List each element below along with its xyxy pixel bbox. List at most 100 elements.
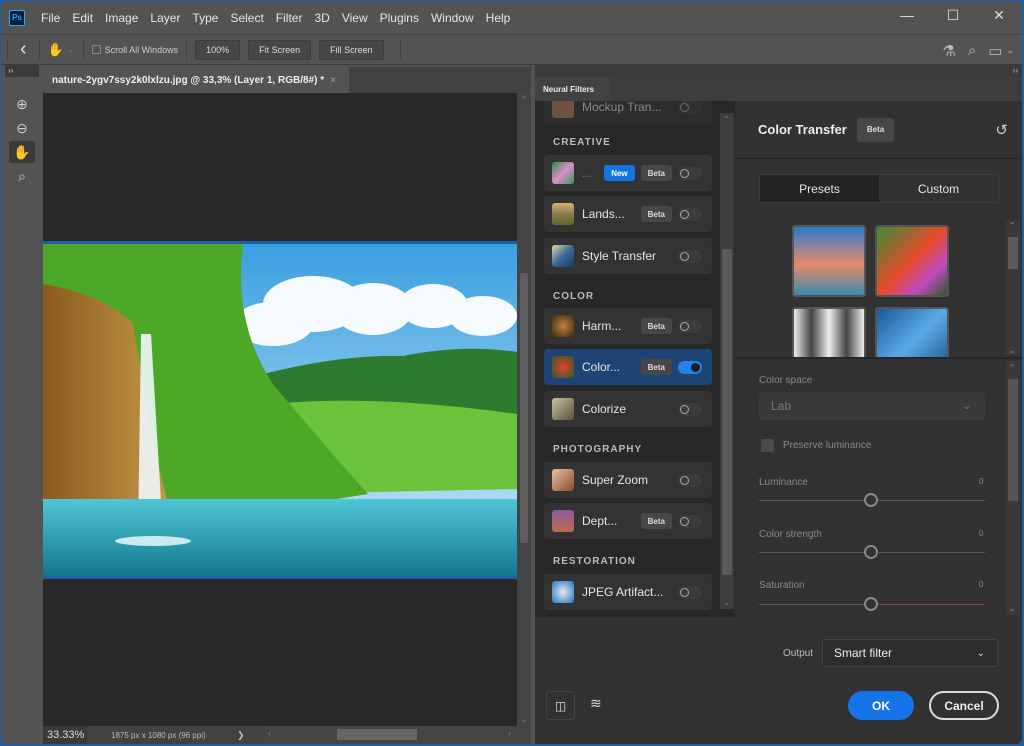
filter-toggle[interactable] — [678, 402, 702, 416]
color-strength-slider-knob[interactable] — [864, 545, 878, 559]
chevron-down-icon[interactable]: ⌄ — [1006, 45, 1014, 56]
output-select[interactable]: Smart filter ⌄ — [822, 639, 998, 667]
filter-toggle[interactable] — [678, 207, 702, 221]
menu-help[interactable]: Help — [480, 11, 517, 25]
menu-image[interactable]: Image — [99, 11, 144, 25]
filter-item-harmonization[interactable]: Harm... Beta — [544, 308, 712, 344]
flask-icon[interactable]: ⚗ — [942, 42, 955, 60]
preset-cathedral-bw[interactable] — [792, 307, 866, 357]
filter-item-mockup[interactable]: Mockup Tran... — [544, 101, 712, 125]
menu-3d[interactable]: 3D — [308, 11, 335, 25]
filter-item-jpeg-artifacts-removal[interactable]: JPEG Artifact... — [544, 574, 712, 610]
fill-screen-button[interactable]: Fill Screen — [319, 39, 384, 60]
color-space-select[interactable]: Lab ⌄ — [759, 392, 985, 420]
tools-grip[interactable] — [5, 77, 39, 91]
scroll-right-icon[interactable]: › — [508, 728, 511, 738]
menu-view[interactable]: View — [336, 11, 374, 25]
tab-presets[interactable]: Presets — [760, 175, 879, 202]
filter-toggle[interactable] — [678, 585, 702, 599]
info-menu-arrow[interactable]: ❯ — [237, 730, 245, 741]
menu-select[interactable]: Select — [224, 11, 269, 25]
close-button[interactable]: ✕ — [976, 1, 1022, 29]
filter-toggle[interactable] — [678, 473, 702, 487]
zoom-out-tool-icon[interactable]: ⊖ — [9, 117, 35, 139]
maximize-button[interactable]: ☐ — [930, 1, 976, 29]
scroll-down-icon[interactable]: ⌄ — [723, 598, 730, 607]
filter-toggle[interactable] — [678, 319, 702, 333]
preset-sunset-sky[interactable] — [792, 225, 866, 297]
scrollbar-thumb[interactable] — [1008, 379, 1018, 501]
menu-type[interactable]: Type — [186, 11, 224, 25]
canvas-horizontal-scrollbar[interactable]: ‹ › — [263, 726, 531, 744]
back-icon[interactable]: ‹ — [16, 38, 31, 61]
zoom-in-tool-icon[interactable]: ⊕ — [9, 93, 35, 115]
compare-view-button[interactable]: ◫ — [546, 691, 575, 720]
menu-filter[interactable]: Filter — [270, 11, 309, 25]
menu-layer[interactable]: Layer — [144, 11, 186, 25]
document-tab[interactable]: nature-2ygv7ssy2k0lxlzu.jpg @ 33,3% (Lay… — [43, 67, 349, 93]
separator — [7, 39, 8, 60]
menu-edit[interactable]: Edit — [66, 11, 99, 25]
checkbox-box[interactable] — [91, 45, 101, 54]
ok-button[interactable]: OK — [848, 691, 914, 720]
scroll-up-icon[interactable]: ⌃ — [517, 95, 531, 104]
hand-tool-icon[interactable]: ✋ — [48, 42, 64, 58]
search-icon[interactable]: ⌕ — [968, 42, 976, 59]
filter-item-creative-new[interactable]: ... New Beta — [544, 155, 712, 191]
zoom-tool-icon[interactable]: ⌕ — [9, 165, 35, 187]
neural-filters-tab[interactable]: Neural Filters — [535, 77, 610, 101]
filter-item-colorize[interactable]: Colorize — [544, 391, 712, 427]
scroll-left-icon[interactable]: ‹ — [268, 728, 271, 738]
filter-toggle[interactable] — [678, 166, 702, 180]
category-photography: PHOTOGRAPHY — [553, 444, 643, 455]
scrollbar-thumb[interactable] — [520, 273, 528, 543]
scroll-all-windows-checkbox[interactable]: Scroll All Windows — [91, 45, 178, 55]
cancel-button[interactable]: Cancel — [929, 691, 999, 720]
scroll-up-icon[interactable]: ⌃ — [1009, 221, 1016, 230]
tab-custom[interactable]: Custom — [879, 175, 998, 202]
menu-file[interactable]: File — [35, 11, 66, 25]
filter-item-depth-blur[interactable]: Dept... Beta — [544, 503, 712, 539]
preset-blue-feathers[interactable] — [875, 307, 949, 357]
filter-toggle[interactable] — [678, 360, 702, 374]
filter-thumbnail — [552, 356, 574, 378]
close-tab-icon[interactable]: × — [330, 75, 336, 86]
settings-scrollbar[interactable]: ⌃ ⌄ — [1006, 361, 1020, 615]
hand-tool-icon[interactable]: ✋ — [9, 141, 35, 163]
menu-window[interactable]: Window — [425, 11, 480, 25]
canvas-vertical-scrollbar[interactable]: ⌃ ⌄ — [517, 93, 531, 726]
preset-abstract-paint[interactable] — [875, 225, 949, 297]
zoom-level-field[interactable]: 33.33% — [43, 726, 87, 744]
preset-scrollbar[interactable]: ⌃ ⌄ — [1006, 221, 1020, 355]
filter-toggle[interactable] — [678, 514, 702, 528]
layer-preview-button[interactable]: ≋ — [590, 695, 602, 712]
filter-item-color-transfer[interactable]: Color... Beta — [544, 349, 712, 385]
reset-icon[interactable]: ↺ — [995, 121, 1008, 139]
scroll-up-icon[interactable]: ⌃ — [723, 115, 730, 124]
scroll-down-icon[interactable]: ⌄ — [1009, 604, 1016, 613]
fit-screen-button[interactable]: Fit Screen — [248, 39, 312, 60]
minimize-button[interactable]: — — [884, 1, 930, 29]
filter-toggle[interactable] — [678, 249, 702, 263]
scrollbar-thumb[interactable] — [1008, 237, 1018, 269]
zoom-100-button[interactable]: 100% — [195, 39, 241, 60]
filter-item-style-transfer[interactable]: Style Transfer — [544, 238, 712, 274]
filter-item-landscape-mixer[interactable]: Lands... Beta — [544, 196, 712, 232]
scrollbar-thumb[interactable] — [722, 249, 732, 575]
scroll-up-icon[interactable]: ⌃ — [1009, 363, 1016, 372]
document-image[interactable] — [43, 241, 517, 579]
filter-list-scrollbar[interactable]: ⌃ ⌄ — [720, 113, 734, 609]
filter-item-super-zoom[interactable]: Super Zoom — [544, 462, 712, 498]
preserve-luminance-checkbox[interactable] — [761, 439, 774, 452]
menu-plugins[interactable]: Plugins — [374, 11, 425, 25]
luminance-slider-knob[interactable] — [864, 493, 878, 507]
scroll-down-icon[interactable]: ⌄ — [1009, 346, 1016, 355]
chevron-down-icon[interactable]: ⌄ — [68, 45, 75, 54]
scrollbar-thumb[interactable] — [337, 729, 417, 740]
filter-toggle[interactable] — [678, 101, 702, 114]
scroll-down-icon[interactable]: ⌄ — [517, 715, 531, 724]
saturation-slider-knob[interactable] — [864, 597, 878, 611]
workspace-icon[interactable]: ▭ — [988, 42, 1002, 60]
tools-collapse-button[interactable]: ›› — [5, 65, 39, 77]
panel-collapse-button[interactable]: ›› — [535, 65, 1022, 77]
